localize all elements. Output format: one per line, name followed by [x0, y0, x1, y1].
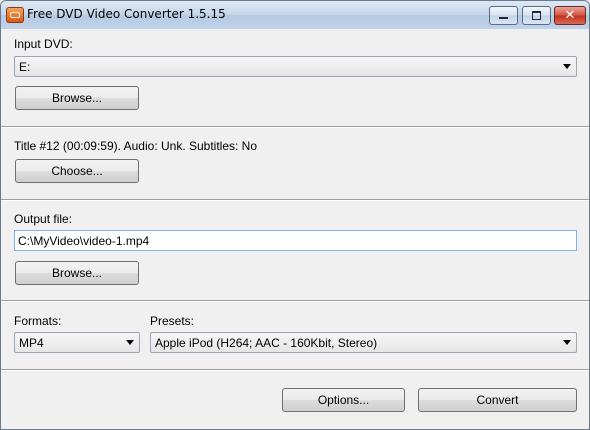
choose-title-button[interactable]: Choose...: [15, 159, 139, 183]
presets-label: Presets:: [150, 314, 195, 328]
window-title: Free DVD Video Converter 1.5.15: [27, 7, 226, 21]
client-area: Input DVD: E: Browse... Title #12 (00:09…: [1, 29, 589, 429]
input-dvd-label: Input DVD:: [14, 37, 73, 51]
output-file-label: Output file:: [14, 212, 73, 226]
input-dvd-value: E:: [19, 60, 31, 74]
formats-select[interactable]: MP4: [14, 332, 140, 353]
presets-select[interactable]: Apple iPod (H264; AAC - 160Kbit, Stereo): [150, 332, 577, 353]
section-divider: [1, 126, 589, 128]
output-browse-button[interactable]: Browse...: [15, 261, 139, 285]
options-button[interactable]: Options...: [282, 388, 405, 412]
minimize-icon: [499, 17, 508, 19]
chevron-down-icon: [126, 340, 134, 345]
input-browse-button[interactable]: Browse...: [15, 86, 139, 110]
convert-button[interactable]: Convert: [418, 388, 577, 412]
section-divider: [1, 369, 589, 371]
close-button[interactable]: ✕: [554, 6, 586, 25]
section-divider: [1, 199, 589, 201]
chevron-down-icon: [563, 340, 571, 345]
formats-value: MP4: [19, 336, 44, 350]
main-window: Free DVD Video Converter 1.5.15 ✕ Input …: [0, 0, 590, 430]
presets-value: Apple iPod (H264; AAC - 160Kbit, Stereo): [155, 336, 378, 350]
title-bar[interactable]: Free DVD Video Converter 1.5.15 ✕: [1, 1, 589, 29]
formats-label: Formats:: [14, 314, 62, 328]
chevron-down-icon: [563, 64, 571, 69]
input-dvd-select[interactable]: E:: [14, 56, 577, 77]
maximize-button[interactable]: [522, 6, 551, 25]
output-path-value: C:\MyVideo\video-1.mp4: [18, 234, 150, 248]
maximize-icon: [532, 11, 541, 20]
minimize-button[interactable]: [489, 6, 518, 25]
close-icon: ✕: [564, 8, 576, 23]
app-icon[interactable]: [6, 7, 24, 23]
section-divider: [1, 300, 589, 302]
output-path-input[interactable]: C:\MyVideo\video-1.mp4: [14, 230, 577, 251]
title-info-text: Title #12 (00:09:59). Audio: Unk. Subtit…: [14, 139, 258, 153]
